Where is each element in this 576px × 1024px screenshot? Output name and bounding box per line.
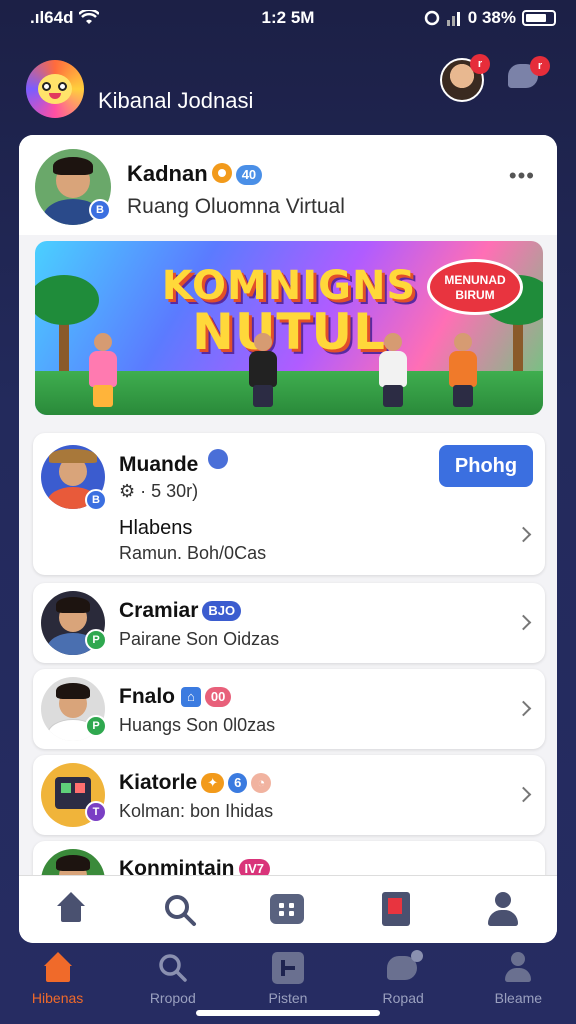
home-icon: ⌂ xyxy=(181,687,201,707)
signal-bars-icon xyxy=(446,12,460,26)
profile-icon[interactable] xyxy=(483,890,523,930)
chat-icon[interactable]: r xyxy=(508,56,550,94)
home-indicator xyxy=(196,1010,380,1016)
chevron-right-icon[interactable] xyxy=(515,700,532,717)
profile-subtitle: Ruang Oluomna Virtual xyxy=(127,195,345,218)
home-icon[interactable] xyxy=(53,890,93,930)
profile-tag: 40 xyxy=(235,165,263,185)
puzzle-icon: ✦ xyxy=(201,773,225,793)
featured-card[interactable]: B Muande ⚙ · 5 30r) Hlabens Ramun. Boh/0… xyxy=(33,433,545,575)
banner-person xyxy=(445,333,481,407)
profile-card[interactable]: B Kadnan 40 Ruang Oluomna Virtual ••• xyxy=(19,135,557,235)
main-panel: B Kadnan 40 Ruang Oluomna Virtual ••• KOM… xyxy=(19,135,557,943)
follow-button[interactable]: Phohg xyxy=(439,445,533,487)
chevron-right-icon[interactable] xyxy=(515,526,532,543)
nav-label: Ropad xyxy=(382,990,424,1006)
more-options-icon[interactable]: ••• xyxy=(509,163,535,189)
profile-name-row: Kadnan 40 xyxy=(127,161,263,187)
list-item[interactable]: P Cramiar BJO Pairane Son Oidzas xyxy=(33,583,545,663)
featured-title: Hlabens xyxy=(119,517,193,539)
status-right: 0 38% xyxy=(424,8,556,28)
list-name: Kiatorle xyxy=(119,771,198,794)
battery-icon xyxy=(522,10,556,26)
profile-badge: B xyxy=(89,199,111,221)
app-title: Kibanal Jodnasi xyxy=(98,88,254,113)
nav-profile[interactable]: Bleame xyxy=(468,952,568,1024)
chat-badge: r xyxy=(530,56,550,76)
emoji-icon: ◔ xyxy=(251,773,272,793)
list-badge: P xyxy=(85,629,107,651)
list-badge: P xyxy=(85,715,107,737)
featured-subtitle: Ramun. Boh/0Cas xyxy=(119,543,267,563)
status-bar: .ıl64d 1:2 5M 0 38% xyxy=(0,0,576,36)
list-subtitle: Kolman: bon Ihidas xyxy=(119,801,274,821)
gear-icon xyxy=(211,163,232,183)
chat-icon xyxy=(387,950,424,984)
profile-name: Kadnan xyxy=(127,161,208,186)
document-icon[interactable] xyxy=(376,890,416,930)
verified-icon xyxy=(208,449,229,469)
list-badge: T xyxy=(85,801,107,823)
banner-person xyxy=(375,333,411,407)
banner-person xyxy=(245,333,281,407)
list-subtitle: Pairane Son Oidzas xyxy=(119,629,280,649)
list-tag: 6 xyxy=(228,773,248,793)
list-subtitle: Huangs Son 0l0zas xyxy=(119,715,276,735)
list-name: Cramiar xyxy=(119,599,199,622)
list-name-row: Cramiar BJO xyxy=(119,599,242,623)
grid-icon[interactable] xyxy=(268,890,308,930)
inner-tab-bar xyxy=(19,875,557,943)
chevron-right-icon[interactable] xyxy=(515,614,532,631)
home-icon xyxy=(42,952,74,984)
nav-label: Bleame xyxy=(494,990,543,1006)
search-icon[interactable] xyxy=(160,890,200,930)
nav-label: Hibenas xyxy=(31,990,84,1006)
header-avatar[interactable]: r xyxy=(440,54,490,102)
app-header: Kibanal Jodnasi r r xyxy=(26,54,556,122)
promo-banner[interactable]: KOMNIGNS NUTUL MENUNAD BIRUM xyxy=(35,241,543,415)
list-item[interactable]: T Kiatorle ✦ 6 ◔ Kolman: bon Ihidas xyxy=(33,755,545,835)
featured-name-row: Muande xyxy=(119,449,229,477)
list-item[interactable]: P Fnalo ⌂ 00 Huangs Son 0l0zas xyxy=(33,669,545,749)
banner-person xyxy=(85,333,121,407)
logo-face-icon xyxy=(38,74,72,104)
app-logo[interactable] xyxy=(26,60,84,118)
speech-bubble: MENUNAD BIRUM xyxy=(427,259,523,315)
grid-icon xyxy=(271,952,304,984)
featured-name: Muande xyxy=(119,453,199,476)
notification-badge: r xyxy=(470,54,490,74)
nav-label: Pisten xyxy=(268,990,308,1006)
featured-badge: B xyxy=(85,489,107,511)
list-tag: BJO xyxy=(202,601,242,621)
nav-label: Rropod xyxy=(149,990,196,1006)
chevron-right-icon[interactable] xyxy=(515,786,532,803)
nav-home[interactable]: Hibenas xyxy=(8,952,108,1024)
profile-icon xyxy=(502,952,534,984)
list-name: Fnalo xyxy=(119,685,175,708)
list-name-row: Kiatorle ✦ 6 ◔ xyxy=(119,771,272,795)
featured-meta: ⚙ · 5 30r) xyxy=(119,481,199,501)
battery-text: 0 38% xyxy=(467,8,516,27)
list-name-row: Fnalo ⌂ 00 xyxy=(119,685,232,709)
alarm-icon xyxy=(424,10,440,26)
search-icon xyxy=(157,952,189,984)
list-tag: 00 xyxy=(204,687,232,707)
